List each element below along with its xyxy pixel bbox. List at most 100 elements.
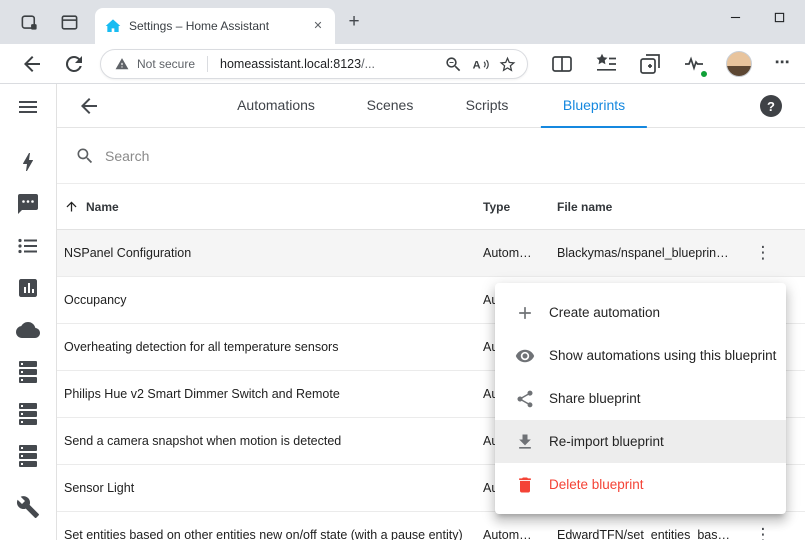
sidebar-item-server-3[interactable] [16,444,40,468]
tab-actions-icon[interactable] [60,13,79,32]
trash-icon [515,475,535,495]
security-label[interactable]: Not secure [137,57,195,71]
close-tab-icon[interactable]: ✕ [309,17,327,35]
row-name: Sensor Light [64,481,483,495]
browser-titlebar: Settings – Home Assistant ✕ + [0,0,805,44]
profile-avatar[interactable] [726,51,752,77]
sidebar-item-todo[interactable] [16,234,40,258]
menu-item-label: Re-import blueprint [549,434,664,449]
collections-icon[interactable] [638,52,662,76]
hamburger-icon [16,95,40,119]
table-row[interactable]: Set entities based on other entities new… [57,512,805,540]
ha-topbar: Automations Scenes Scripts Blueprints ? [57,84,805,128]
tab-title: Settings – Home Assistant [129,19,301,33]
sidebar-item-voice-assist[interactable] [16,192,40,216]
browser-navbar: Not secure homeassistant.local:8123/... … [0,44,805,84]
server-icon [16,402,40,426]
row-name: Set entities based on other entities new… [64,528,483,540]
browser-tab[interactable]: Settings – Home Assistant ✕ [95,8,335,44]
row-name: Send a camera snapshot when motion is de… [64,434,483,448]
svg-text:A: A [473,59,481,71]
menu-item-show-automations[interactable]: Show automations using this blueprint [495,334,786,377]
tab-scenes[interactable]: Scenes [345,84,436,128]
menu-item-label: Show automations using this blueprint [549,348,776,363]
ha-back-button[interactable] [77,94,101,118]
browser-window: Settings – Home Assistant ✕ + Not secure… [0,0,805,540]
sidebar-item-server-1[interactable] [16,360,40,384]
sidebar-item-energy[interactable] [16,150,40,174]
menu-item-reimport-blueprint[interactable]: Re-import blueprint [495,420,786,463]
wrench-icon [16,495,40,519]
workspaces-icon[interactable] [20,13,39,32]
search-row [57,128,805,184]
menu-item-label: Create automation [549,305,660,320]
plus-icon [515,303,535,323]
menu-item-label: Share blueprint [549,391,641,406]
lightning-icon [16,150,40,174]
download-icon [515,432,535,452]
row-name: NSPanel Configuration [64,246,483,260]
menu-item-share-blueprint[interactable]: Share blueprint [495,377,786,420]
help-button[interactable]: ? [760,95,782,117]
minimize-button[interactable] [713,0,757,34]
sort-ascending-icon [64,199,79,214]
essentials-status-badge [700,70,708,78]
address-bar[interactable]: Not secure homeassistant.local:8123/... … [100,49,528,79]
not-secure-warning-icon [115,57,129,71]
sidebar-item-server-2[interactable] [16,402,40,426]
tab-automations[interactable]: Automations [215,84,337,128]
tab-scripts[interactable]: Scripts [444,84,531,128]
bar-chart-icon [16,276,40,300]
table-header: Name Type File name [57,184,805,230]
sidebar-item-cloud[interactable] [16,318,40,342]
chat-bubble-icon [16,192,40,216]
row-type: Autom… [483,528,557,540]
back-arrow-icon [77,94,101,118]
cloud-icon [16,318,40,342]
ha-sidebar [0,84,57,540]
sidebar-item-developer-tools[interactable] [16,495,40,519]
search-icon [75,146,95,166]
row-name: Overheating detection for all temperatur… [64,340,483,354]
header-name-label: Name [86,200,119,214]
list-icon [16,234,40,258]
zoom-out-icon[interactable] [444,55,463,74]
kebab-icon: ⋮ [755,525,772,540]
favorites-hub-icon[interactable] [594,52,618,76]
column-header-file[interactable]: File name [557,200,743,214]
menu-item-create-automation[interactable]: Create automation [495,291,786,334]
browser-menu-button[interactable]: ⋯ [770,52,794,76]
favorite-star-icon[interactable] [498,55,517,74]
new-tab-button[interactable]: + [342,10,366,34]
eye-icon [515,346,535,366]
row-name: Occupancy [64,293,483,307]
refresh-button[interactable] [62,52,86,76]
address-divider [207,56,208,72]
url-path: /... [361,57,375,71]
url-text[interactable]: homeassistant.local:8123/... [220,57,436,71]
sidebar-menu-button[interactable] [16,95,40,119]
menu-item-label: Delete blueprint [549,477,644,492]
menu-item-delete-blueprint[interactable]: Delete blueprint [495,463,786,506]
split-screen-icon[interactable] [550,52,574,76]
sidebar-item-history[interactable] [16,276,40,300]
column-header-type[interactable]: Type [483,200,557,214]
back-button[interactable] [20,52,44,76]
row-type: Autom… [483,246,557,260]
row-overflow-button[interactable]: ⋮ [743,515,783,540]
row-file: Blackymas/nspanel_blueprin… [557,246,743,260]
share-icon [515,389,535,409]
maximize-icon [774,12,785,23]
server-icon [16,444,40,468]
blueprint-context-menu: Create automation Show automations using… [495,283,786,514]
search-input[interactable] [105,148,805,164]
read-aloud-icon[interactable]: A [471,55,490,74]
column-header-name[interactable]: Name [64,199,483,214]
tab-blueprints[interactable]: Blueprints [541,84,647,128]
table-row[interactable]: NSPanel Configuration Autom… Blackymas/n… [57,230,805,277]
row-overflow-button[interactable]: ⋮ [743,233,783,273]
url-domain: homeassistant.local:8123 [220,57,361,71]
browser-essentials-icon[interactable] [682,52,706,76]
kebab-icon: ⋮ [755,243,772,263]
maximize-button[interactable] [757,0,801,34]
